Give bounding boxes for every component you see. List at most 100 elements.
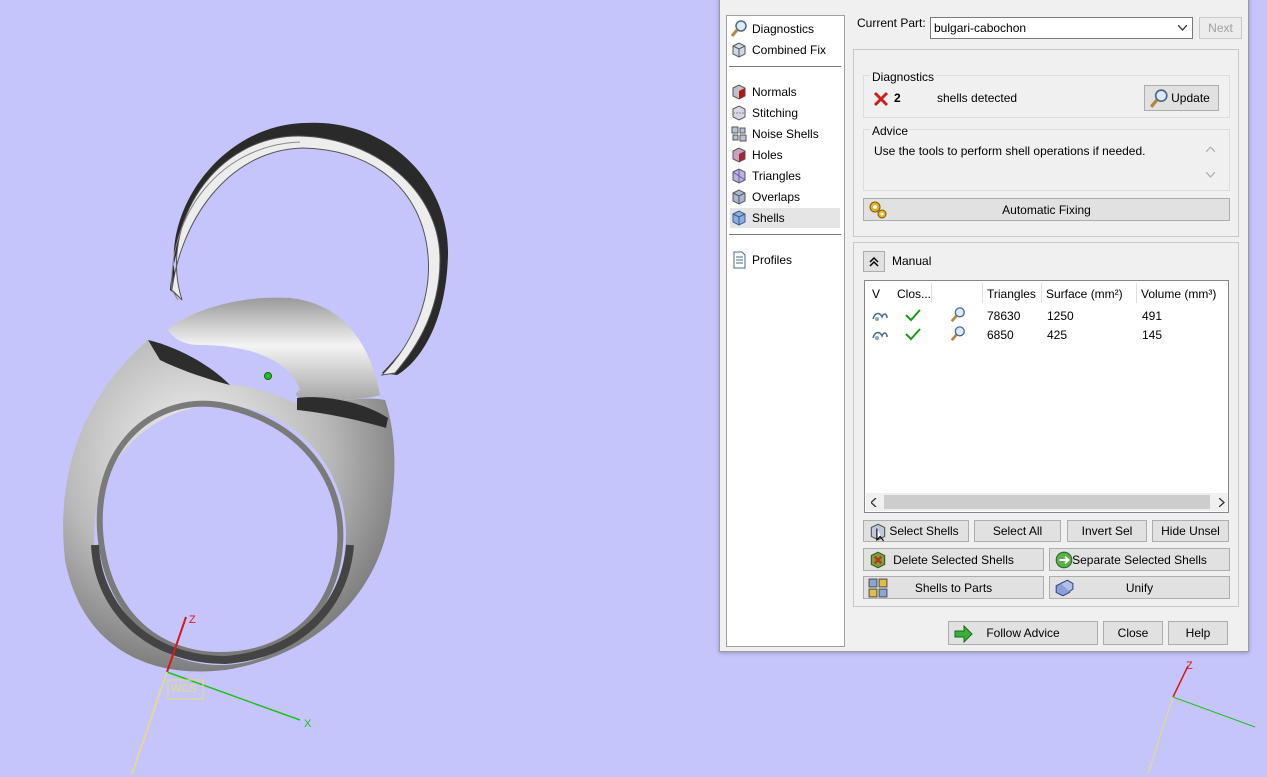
select-shells-button[interactable]: Select Shells	[863, 520, 969, 542]
nav-item-combined-fix[interactable]: Combined Fix	[730, 40, 840, 60]
overlaps-icon	[732, 189, 746, 205]
axis-z-label-left: Z	[189, 614, 196, 626]
shells-to-parts-button[interactable]: Shells to Parts	[863, 576, 1044, 599]
advice-group	[863, 129, 1230, 191]
fix-wizard-dialog: Diagnostics Combined Fix Normals Stitchi…	[719, 0, 1249, 652]
cube-icon	[732, 42, 746, 58]
double-chevron-up-icon	[869, 256, 879, 267]
separate-shells-icon	[1055, 551, 1073, 569]
shells-to-parts-label: Shells to Parts	[914, 580, 993, 595]
next-button[interactable]: Next	[1199, 17, 1242, 39]
shells-to-parts-icon	[868, 578, 888, 598]
select-all-button[interactable]: Select All	[974, 520, 1061, 542]
unify-icon	[1055, 579, 1074, 597]
update-button[interactable]: Update	[1144, 85, 1219, 111]
delete-selected-shells-button[interactable]: Delete Selected Shells	[863, 548, 1044, 571]
visibility-icon[interactable]	[872, 328, 888, 342]
column-header[interactable]: V	[872, 287, 880, 301]
wizard-nav-panel: Diagnostics Combined Fix Normals Stitchi…	[726, 15, 845, 647]
table-row[interactable]: 78630 1250 491	[866, 307, 1228, 326]
nav-item-noise-shells[interactable]: Noise Shells	[730, 124, 840, 144]
document-icon	[733, 251, 746, 269]
hide-unselected-button[interactable]: Hide Unsel	[1152, 520, 1229, 542]
wcs-label: WCS	[171, 683, 197, 695]
nav-item-label: Shells	[752, 211, 785, 225]
unify-button[interactable]: Unify	[1049, 576, 1230, 599]
nav-item-label: Normals	[752, 85, 797, 99]
volume-cell: 491	[1142, 309, 1163, 323]
scroll-up-icon[interactable]	[1206, 147, 1215, 153]
column-divider	[931, 283, 932, 303]
current-part-select[interactable]: bulgari-cabochon	[930, 17, 1193, 39]
ring-body	[63, 297, 395, 672]
nav-item-label: Holes	[752, 148, 783, 162]
stitching-icon	[732, 105, 746, 121]
error-x-icon	[873, 91, 889, 107]
current-part-value: bulgari-cabochon	[934, 21, 1027, 35]
scrollbar-thumb[interactable]	[884, 495, 1210, 509]
check-icon	[905, 309, 921, 322]
column-header[interactable]: Volume (mm³)	[1141, 287, 1216, 301]
table-row[interactable]: 6850 425 145	[866, 326, 1228, 345]
visibility-icon[interactable]	[872, 309, 888, 323]
scroll-down-icon[interactable]	[1206, 172, 1215, 178]
delete-shells-icon	[870, 551, 886, 569]
nav-item-label: Diagnostics	[752, 22, 815, 36]
automatic-fixing-label: Automatic Fixing	[1002, 202, 1091, 217]
follow-advice-label: Follow Advice	[986, 626, 1060, 640]
collapse-manual-button[interactable]	[863, 251, 885, 272]
manual-label: Manual	[892, 254, 932, 268]
scroll-right-icon[interactable]	[1219, 498, 1225, 507]
triangles-cell: 78630	[987, 309, 1021, 323]
nav-divider	[729, 234, 841, 235]
nav-item-label: Stitching	[752, 106, 799, 120]
normals-icon	[732, 84, 746, 100]
diagnostics-panel: Diagnostics 2 shells detected Update Adv…	[853, 49, 1239, 237]
nav-item-overlaps[interactable]: Overlaps	[730, 187, 840, 207]
nav-item-holes[interactable]: Holes	[730, 145, 840, 165]
separate-selected-label: Separate Selected Shells	[1072, 552, 1207, 567]
noise-shells-icon	[731, 126, 747, 142]
magnifier-icon	[1149, 89, 1168, 108]
current-part-label: Current Part:	[857, 16, 926, 30]
shells-icon	[870, 523, 886, 542]
magnifier-icon[interactable]	[950, 326, 966, 342]
scroll-left-icon[interactable]	[871, 498, 877, 507]
nav-divider	[729, 66, 841, 67]
nav-item-label: Profiles	[752, 253, 793, 267]
close-button[interactable]: Close	[1103, 621, 1163, 645]
advice-title: Advice	[870, 124, 911, 138]
separate-selected-shells-button[interactable]: Separate Selected Shells	[1049, 548, 1230, 571]
arrow-right-icon	[954, 624, 973, 644]
nav-item-label: Triangles	[752, 169, 801, 183]
nav-item-normals[interactable]: Normals	[730, 82, 840, 102]
unify-label: Unify	[1125, 580, 1154, 595]
surface-cell: 425	[1047, 328, 1068, 342]
chevron-down-icon	[1178, 25, 1187, 31]
column-divider	[1136, 283, 1137, 303]
shells-icon	[732, 210, 746, 226]
horizontal-scrollbar[interactable]	[866, 493, 1228, 511]
invert-selection-button[interactable]: Invert Sel	[1067, 520, 1147, 542]
nav-item-shells[interactable]: Shells	[730, 208, 840, 228]
update-label: Update	[1171, 91, 1210, 105]
help-button[interactable]: Help	[1168, 621, 1228, 645]
surface-cell: 1250	[1047, 309, 1074, 323]
diagnostics-status-text: shells detected	[937, 91, 1018, 105]
column-header[interactable]: Triangles	[987, 287, 1036, 301]
manual-panel: Manual V Clos... Triangles Surface (mm²)…	[853, 242, 1239, 607]
follow-advice-button[interactable]: Follow Advice	[948, 621, 1098, 645]
nav-item-triangles[interactable]: Triangles	[730, 166, 840, 186]
magnifier-icon[interactable]	[950, 307, 966, 323]
nav-item-diagnostics[interactable]: Diagnostics	[730, 19, 840, 39]
column-header[interactable]: Surface (mm²)	[1046, 287, 1123, 301]
magnifier-icon	[730, 20, 747, 37]
advice-text: Use the tools to perform shell operation…	[874, 144, 1146, 158]
column-header[interactable]: Clos...	[897, 287, 931, 301]
nav-item-profiles[interactable]: Profiles	[730, 250, 840, 270]
gears-icon	[869, 201, 887, 219]
shells-table[interactable]: V Clos... Triangles Surface (mm²) Volume…	[864, 280, 1229, 513]
nav-item-stitching[interactable]: Stitching	[730, 103, 840, 123]
check-icon	[905, 328, 921, 341]
automatic-fixing-button[interactable]: Automatic Fixing	[863, 198, 1230, 221]
